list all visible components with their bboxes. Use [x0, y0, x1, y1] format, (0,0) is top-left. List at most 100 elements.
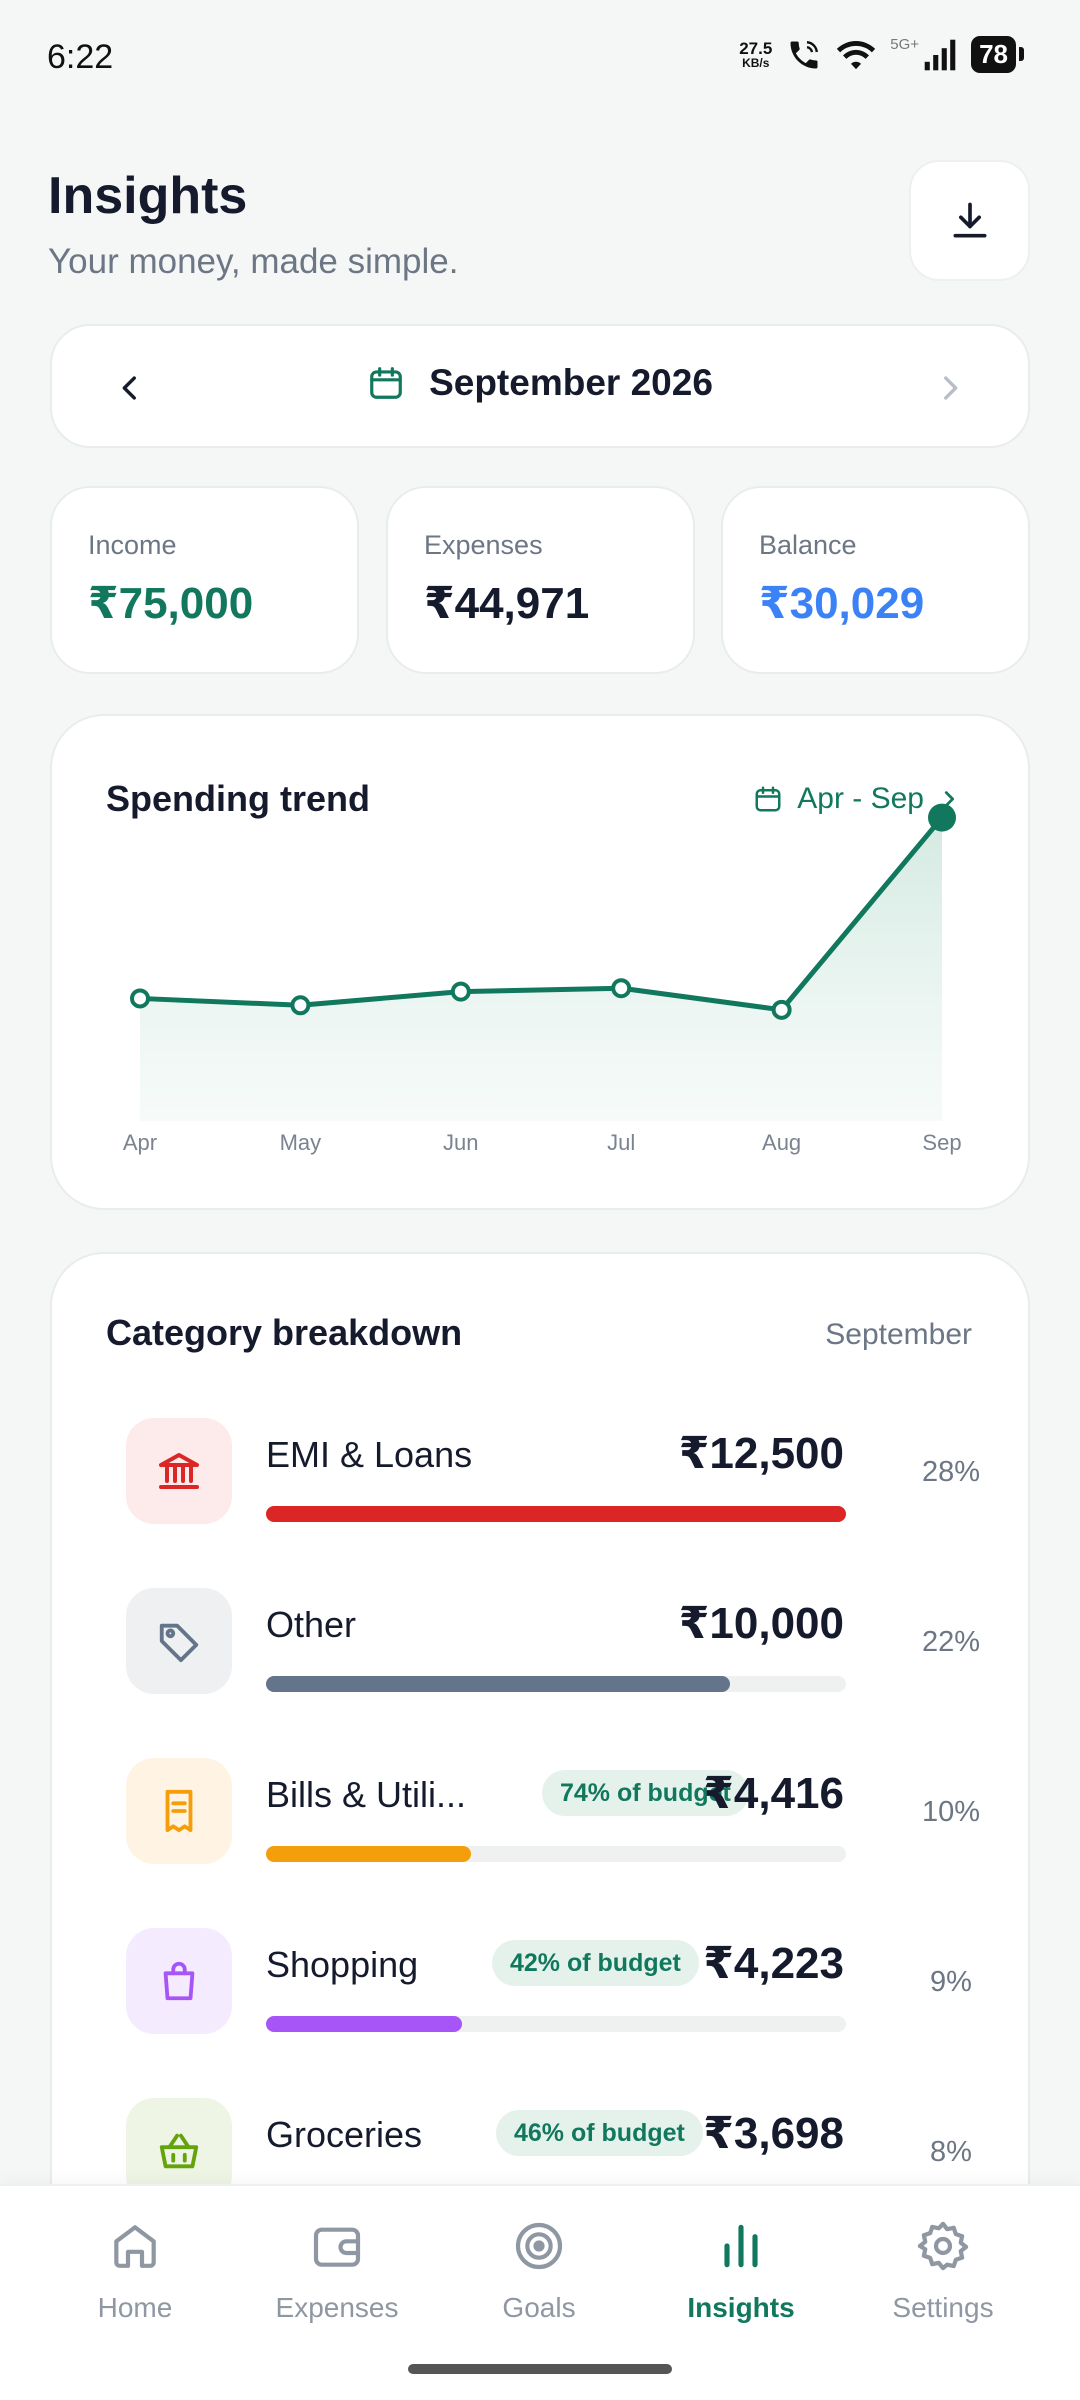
home-indicator[interactable]	[408, 2364, 672, 2374]
trend-point-jun[interactable]	[450, 981, 471, 1002]
income-card: Income ₹75,000	[50, 486, 359, 674]
x-tick-label: Jun	[443, 1130, 478, 1155]
category-row-emi-loans[interactable]: EMI & Loans ₹12,500 28%	[126, 1418, 1006, 1528]
x-tick-label: Sep	[922, 1130, 961, 1155]
category-progress-track	[266, 1506, 846, 1522]
signal-label: 5G+	[890, 36, 920, 53]
x-tick-label: Jul	[607, 1130, 635, 1155]
month-label: September 2026	[429, 362, 713, 403]
category-progress-track	[266, 1846, 846, 1862]
status-icons: 27.5 KB/s 5G+ 78	[739, 36, 1024, 73]
balance-value: ₹30,029	[759, 579, 925, 628]
trend-point-jul[interactable]	[611, 978, 632, 999]
category-percent: 28%	[921, 1456, 981, 1488]
shopping-bag-icon	[163, 1961, 195, 2001]
category-icon-bg	[126, 1418, 232, 1524]
download-button[interactable]	[909, 160, 1030, 281]
nav-settings[interactable]: Settings	[848, 2214, 1038, 2334]
category-row-other[interactable]: Other ₹10,000 22%	[126, 1588, 1006, 1698]
battery-indicator: 78	[971, 36, 1024, 73]
category-percent: 9%	[930, 1966, 972, 1998]
trend-point-apr[interactable]	[130, 988, 150, 1009]
category-progress-fill	[266, 1506, 846, 1522]
wifi-icon	[837, 40, 876, 69]
category-percent: 8%	[930, 2136, 972, 2168]
home-icon	[114, 2225, 156, 2268]
nav-goals[interactable]: Goals	[444, 2214, 634, 2334]
insights-screen: 6:22 27.5 KB/s 5G+ 78 Insights Your mone…	[0, 0, 1080, 2400]
category-progress-fill	[266, 1846, 471, 1862]
receipt-icon	[165, 1789, 193, 1833]
category-name: Other	[266, 1604, 357, 1645]
category-percent: 10%	[921, 1796, 981, 1828]
trend-point-sep[interactable]	[928, 803, 956, 832]
category-month-label: September	[825, 1318, 972, 1351]
page-title: Insights	[48, 167, 248, 225]
spending-trend-chart: Apr May Jun Jul Aug Sep	[123, 803, 962, 1155]
nav-settings-label: Settings	[892, 2292, 994, 2323]
category-progress-fill	[266, 2016, 463, 2032]
category-progress-fill	[266, 1676, 730, 1692]
bank-icon	[159, 1453, 199, 1489]
signal-icon	[924, 39, 956, 70]
expenses-value: ₹44,971	[424, 579, 590, 628]
wallet-icon	[313, 2227, 361, 2267]
category-amount: ₹10,000	[678, 1599, 844, 1648]
category-amount: ₹12,500	[678, 1429, 844, 1478]
status-bar: 6:22 27.5 KB/s 5G+ 78	[0, 0, 1080, 112]
trend-area	[140, 817, 942, 1121]
category-percent: 22%	[921, 1626, 981, 1658]
income-value: ₹75,000	[88, 579, 254, 628]
expenses-label: Expenses	[424, 530, 543, 560]
x-tick-label: Apr	[123, 1130, 157, 1155]
network-speed: 27.5 KB/s	[739, 40, 772, 69]
month-display[interactable]: September 2026	[52, 362, 1028, 404]
category-icon-bg	[126, 1588, 232, 1694]
x-tick-label: May	[280, 1130, 322, 1155]
budget-badge: 46% of budget	[496, 2110, 703, 2156]
basket-icon	[159, 2133, 199, 2169]
network-speed-unit: KB/s	[742, 56, 770, 70]
category-progress-track	[266, 2016, 846, 2032]
nav-home-label: Home	[97, 2292, 173, 2323]
x-tick-label: Aug	[762, 1130, 801, 1155]
category-row-shopping[interactable]: Shopping 42% of budget ₹4,223 9%	[126, 1928, 1006, 2038]
income-label: Income	[88, 530, 177, 560]
trend-point-aug[interactable]	[771, 999, 792, 1020]
category-amount: ₹3,698	[703, 2109, 844, 2158]
calendar-icon	[370, 367, 402, 399]
tag-icon	[159, 1623, 199, 1663]
status-time: 6:22	[47, 38, 114, 76]
nav-expenses[interactable]: Expenses	[242, 2214, 432, 2334]
category-amount: ₹4,223	[703, 1939, 844, 1988]
category-icon-bg	[126, 1758, 232, 1864]
category-name: Groceries	[266, 2114, 423, 2155]
wifi-call-icon	[790, 40, 819, 68]
category-name: EMI & Loans	[266, 1434, 473, 1475]
budget-badge: 42% of budget	[492, 1940, 699, 1986]
balance-label: Balance	[759, 530, 857, 560]
network-speed-value: 27.5	[739, 39, 773, 58]
category-title: Category breakdown	[106, 1312, 463, 1353]
category-amount: ₹4,416	[703, 1769, 844, 1818]
next-month-button[interactable]	[922, 360, 978, 416]
category-name: Bills & Utili...	[266, 1774, 467, 1815]
category-row-bills-utilities[interactable]: Bills & Utili... 74% of budget ₹4,416 10…	[126, 1758, 1006, 1868]
month-selector: September 2026	[50, 324, 1030, 448]
balance-card: Balance ₹30,029	[721, 486, 1030, 674]
expenses-card: Expenses ₹44,971	[386, 486, 695, 674]
nav-home[interactable]: Home	[40, 2214, 230, 2334]
gear-icon	[917, 2221, 969, 2271]
spending-trend-card: Spending trend Apr - Sep Apr May Jun Jul Aug…	[50, 714, 1030, 1210]
category-breakdown-card: Category breakdown September EMI & Loans…	[50, 1252, 1030, 2252]
category-progress-track	[266, 1676, 846, 1692]
category-name: Shopping	[266, 1944, 419, 1985]
trend-point-may[interactable]	[290, 995, 311, 1016]
nav-insights-label: Insights	[687, 2292, 795, 2323]
chevron-right-icon	[944, 376, 958, 400]
bar-chart-icon	[724, 2224, 758, 2268]
target-icon	[515, 2222, 563, 2270]
category-icon-bg	[126, 1928, 232, 2034]
page-subtitle: Your money, made simple.	[48, 242, 459, 281]
nav-insights[interactable]: Insights	[646, 2214, 836, 2334]
